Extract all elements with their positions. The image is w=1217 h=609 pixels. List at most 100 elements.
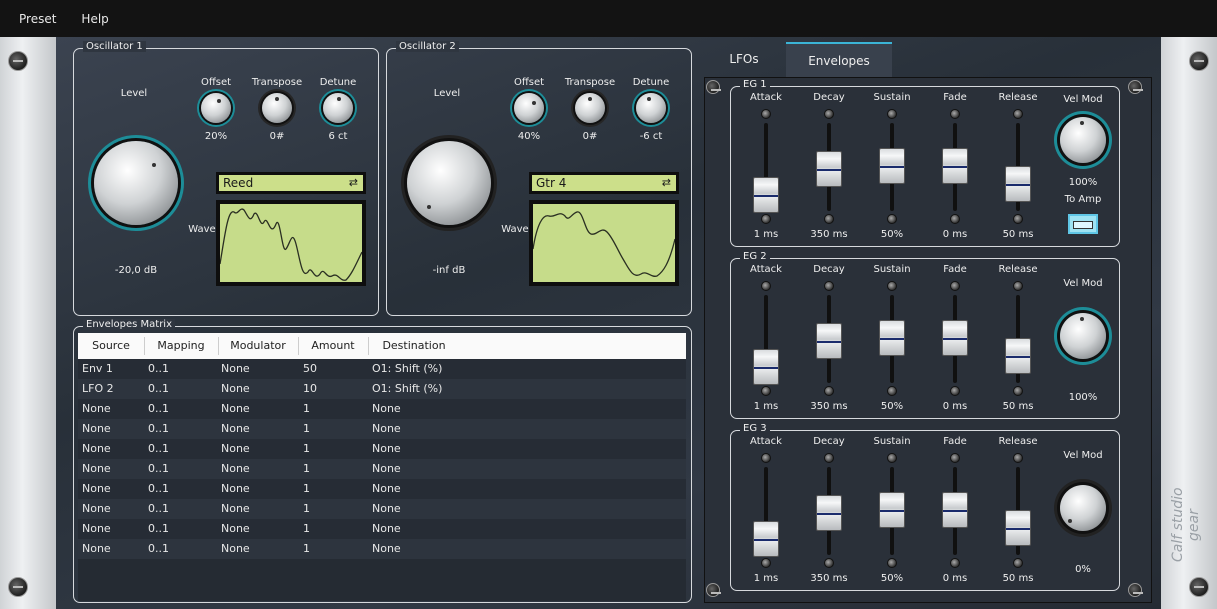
release-fader[interactable] bbox=[1005, 509, 1031, 546]
table-row[interactable]: None 0..1 None 1 None bbox=[78, 399, 686, 419]
fade-fader[interactable] bbox=[942, 492, 968, 529]
table-row[interactable]: None 0..1 None 1 None bbox=[78, 419, 686, 439]
table-row[interactable]: None 0..1 None 1 None bbox=[78, 519, 686, 539]
eg-title: EG 2 bbox=[740, 251, 770, 262]
table-row[interactable]: None 0..1 None 1 None bbox=[78, 479, 686, 499]
tab-lfos[interactable]: LFOs bbox=[704, 42, 784, 77]
attack-fader[interactable] bbox=[753, 177, 779, 214]
oscillator-1: Oscillator 1 Level -20,0 dB Offset 20% T… bbox=[73, 41, 379, 316]
table-row[interactable]: LFO 2 0..1 None 10 O1: Shift (%) bbox=[78, 379, 686, 399]
osc2-level-value: -inf dB bbox=[432, 265, 466, 276]
col-mapping[interactable]: Mapping bbox=[144, 333, 218, 359]
release-value: 50 ms bbox=[1002, 229, 1034, 240]
table-cell: None bbox=[372, 482, 401, 495]
decay-label: Decay bbox=[813, 436, 845, 447]
velmod-knob[interactable] bbox=[1060, 485, 1106, 531]
calf-logo: Calf studio gear bbox=[1170, 487, 1202, 563]
screw-icon bbox=[1128, 80, 1143, 94]
tab-envelopes[interactable]: Envelopes bbox=[786, 42, 892, 77]
to-amp-toggle[interactable] bbox=[1068, 214, 1098, 234]
attack-led bbox=[761, 281, 771, 291]
decay-value: 350 ms bbox=[810, 573, 848, 584]
decay-led bbox=[824, 453, 834, 463]
table-row[interactable]: None 0..1 None 1 None bbox=[78, 459, 686, 479]
table-cell: None bbox=[372, 402, 401, 415]
menu-preset[interactable]: Preset bbox=[19, 12, 56, 26]
swap-arrows-icon[interactable]: ⇄ bbox=[662, 175, 671, 191]
menu-help[interactable]: Help bbox=[81, 12, 108, 26]
release-value: 50 ms bbox=[1002, 401, 1034, 412]
decay-fader[interactable] bbox=[816, 495, 842, 532]
table-cell: None bbox=[221, 482, 250, 495]
release-led bbox=[1013, 453, 1023, 463]
release-fader[interactable] bbox=[1005, 337, 1031, 374]
fade-fader[interactable] bbox=[942, 148, 968, 185]
table-cell: None bbox=[221, 402, 250, 415]
sustain-label: Sustain bbox=[873, 92, 911, 103]
attack-fader[interactable] bbox=[753, 521, 779, 558]
rack-rail-left bbox=[0, 37, 56, 609]
decay-fader[interactable] bbox=[816, 151, 842, 188]
osc2-waveform-graph bbox=[532, 211, 676, 277]
sustain-value: 50% bbox=[880, 401, 904, 412]
col-source[interactable]: Source bbox=[78, 333, 144, 359]
osc1-level-value: -20,0 dB bbox=[114, 265, 158, 276]
osc1-detune-knob[interactable] bbox=[323, 93, 353, 123]
osc1-detune-value: 6 ct bbox=[328, 131, 348, 142]
matrix-header: Source Mapping Modulator Amount Destinat… bbox=[78, 333, 686, 359]
table-row[interactable]: Env 1 0..1 None 50 O1: Shift (%) bbox=[78, 359, 686, 379]
sustain-fader[interactable] bbox=[879, 148, 905, 185]
osc2-transpose-knob[interactable] bbox=[575, 93, 605, 123]
osc2-wave-select[interactable]: Gtr 4 ⇄ bbox=[529, 172, 679, 194]
attack-value: 1 ms bbox=[753, 229, 779, 240]
swap-arrows-icon[interactable]: ⇄ bbox=[349, 175, 358, 191]
fade-led bbox=[950, 453, 960, 463]
eg-2-section: EG 2 Attack 1 ms Decay 350 ms Sustain 50% Fade 0… bbox=[730, 251, 1120, 419]
sustain-led bbox=[887, 109, 897, 119]
table-cell: 0..1 bbox=[148, 462, 169, 475]
osc1-offset-knob[interactable] bbox=[201, 93, 231, 123]
osc1-wave-select[interactable]: Reed ⇄ bbox=[216, 172, 366, 194]
osc2-level-label: Level bbox=[433, 88, 461, 99]
release-fader[interactable] bbox=[1005, 165, 1031, 202]
osc2-detune-knob[interactable] bbox=[636, 93, 666, 123]
osc2-wave-name: Gtr 4 bbox=[536, 176, 567, 190]
osc2-offset-knob[interactable] bbox=[514, 93, 544, 123]
table-cell: 0..1 bbox=[148, 522, 169, 535]
screw-icon bbox=[8, 51, 28, 71]
velmod-knob[interactable] bbox=[1060, 117, 1106, 163]
velmod-knob[interactable] bbox=[1060, 313, 1106, 359]
fade-led bbox=[950, 281, 960, 291]
table-cell: 1 bbox=[303, 542, 310, 555]
release-led bbox=[1013, 386, 1023, 396]
table-row[interactable]: None 0..1 None 1 None bbox=[78, 539, 686, 559]
eg-title: EG 3 bbox=[740, 423, 770, 434]
table-row[interactable]: None 0..1 None 1 None bbox=[78, 499, 686, 519]
table-cell: 0..1 bbox=[148, 482, 169, 495]
velmod-value: 0% bbox=[1075, 564, 1091, 575]
sustain-fader[interactable] bbox=[879, 492, 905, 529]
osc2-level-knob[interactable] bbox=[407, 141, 491, 225]
col-amount[interactable]: Amount bbox=[298, 333, 368, 359]
table-row[interactable]: None 0..1 None 1 None bbox=[78, 439, 686, 459]
table-cell: None bbox=[372, 502, 401, 515]
sustain-led bbox=[887, 214, 897, 224]
attack-fader[interactable] bbox=[753, 349, 779, 386]
col-modulator[interactable]: Modulator bbox=[218, 333, 298, 359]
screw-icon bbox=[706, 583, 721, 597]
col-destination[interactable]: Destination bbox=[368, 333, 460, 359]
decay-fader[interactable] bbox=[816, 323, 842, 360]
sustain-fader[interactable] bbox=[879, 320, 905, 357]
fade-label: Fade bbox=[943, 436, 967, 447]
table-cell: 0..1 bbox=[148, 442, 169, 455]
sustain-label: Sustain bbox=[873, 264, 911, 275]
osc1-level-knob[interactable] bbox=[94, 141, 178, 225]
table-cell: None bbox=[82, 522, 111, 535]
table-cell: Env 1 bbox=[82, 362, 113, 375]
fade-fader[interactable] bbox=[942, 320, 968, 357]
velmod-label: Vel Mod bbox=[1063, 94, 1103, 105]
osc1-waveform-display bbox=[216, 200, 366, 286]
table-cell: 1 bbox=[303, 522, 310, 535]
velmod-label: Vel Mod bbox=[1063, 278, 1103, 289]
osc1-transpose-knob[interactable] bbox=[262, 93, 292, 123]
